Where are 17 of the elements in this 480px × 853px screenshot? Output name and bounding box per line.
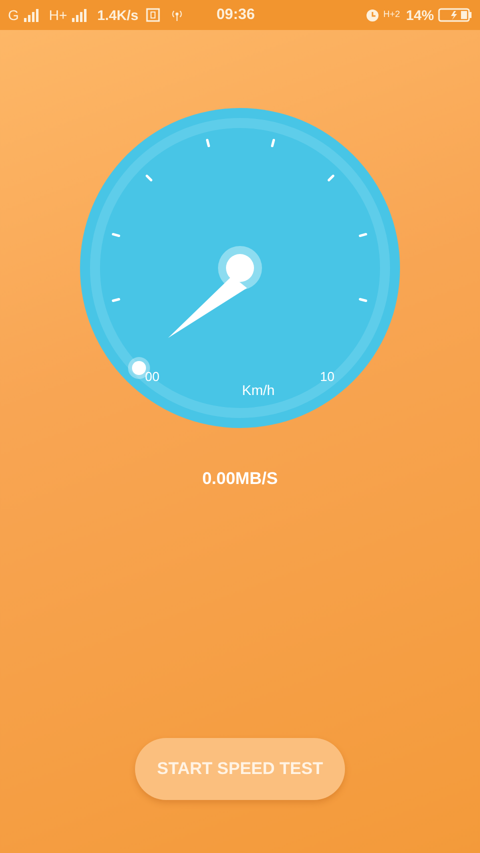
- screenshot-icon: [146, 8, 160, 22]
- signal-icon: [71, 8, 90, 22]
- battery-charging-icon: [438, 8, 472, 22]
- unit-label: Km/h: [242, 382, 275, 398]
- battery-percent: 14%: [406, 6, 434, 24]
- min-label: 00: [145, 369, 160, 384]
- signal-icon: [22, 8, 41, 22]
- hotspot-icon: [170, 8, 184, 22]
- network-type: G: [8, 6, 19, 24]
- speed-reading: 0.00MB/S: [202, 468, 278, 490]
- alarm-icon: [366, 8, 380, 22]
- data-speed: 1.4K/s: [97, 6, 138, 24]
- max-label: 10: [320, 369, 334, 384]
- clock-time: 09:36: [216, 4, 255, 25]
- start-test-button[interactable]: START SPEED TEST: [135, 738, 345, 800]
- network-type: H+2: [383, 8, 400, 22]
- network-type: H+: [48, 6, 68, 24]
